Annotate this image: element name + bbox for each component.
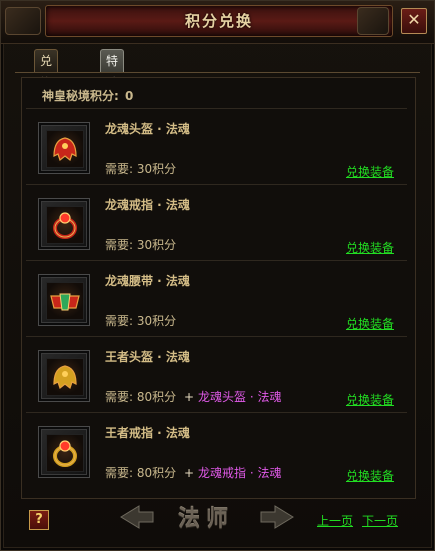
plus-sign: + bbox=[183, 466, 195, 480]
corner-ornament-left bbox=[5, 7, 41, 35]
exchange-item-row: 龙魂戒指 · 法魂 需要: 30积分 兑换装备 bbox=[26, 184, 407, 260]
helmet-icon bbox=[48, 360, 82, 397]
exchange-window: 积分兑换 ✕ 兑换装备 特殊兑换 神皇秘境积分: 0 龙魂头盔 · 法魂 需要:… bbox=[0, 0, 435, 551]
close-button[interactable]: ✕ bbox=[401, 8, 427, 34]
class-name: 法师 bbox=[177, 506, 234, 532]
ring-icon bbox=[48, 436, 82, 473]
item-required-equipment: 龙魂戒指 · 法魂 bbox=[198, 466, 282, 480]
item-cost-line: 需要: 80积分 + 龙魂戒指 · 法魂 bbox=[105, 464, 281, 481]
item-cost: 需要: 80积分 bbox=[105, 466, 177, 480]
help-button[interactable]: ? bbox=[29, 510, 49, 530]
title-plate: 积分兑换 bbox=[45, 5, 393, 37]
item-slot[interactable] bbox=[38, 426, 90, 478]
next-page-link[interactable]: 下一页 bbox=[362, 512, 398, 529]
item-name: 龙魂戒指 · 法魂 bbox=[105, 198, 190, 212]
window-title: 积分兑换 bbox=[184, 12, 253, 30]
exchange-list-panel: 神皇秘境积分: 0 龙魂头盔 · 法魂 需要: 30积分 兑换装备 龙魂戒指 ·… bbox=[21, 77, 416, 499]
item-cost-line: 需要: 30积分 bbox=[105, 160, 176, 177]
item-slot[interactable] bbox=[38, 198, 90, 250]
item-slot[interactable] bbox=[38, 274, 90, 326]
item-cost-line: 需要: 80积分 + 龙魂头盔 · 法魂 bbox=[105, 388, 281, 405]
item-name: 王者戒指 · 法魂 bbox=[105, 426, 190, 440]
item-cost: 需要: 80积分 bbox=[105, 390, 177, 404]
item-cost: 需要: 30积分 bbox=[105, 314, 177, 328]
score-line: 神皇秘境积分: 0 bbox=[42, 87, 135, 104]
item-cost-line: 需要: 30积分 bbox=[105, 312, 176, 329]
item-frame bbox=[46, 434, 84, 472]
redeem-button[interactable]: 兑换装备 bbox=[346, 163, 394, 180]
tab-equipment-exchange[interactable]: 兑换装备 bbox=[34, 49, 59, 134]
exchange-item-row: 王者戒指 · 法魂 需要: 80积分 + 龙魂戒指 · 法魂 兑换装备 bbox=[26, 412, 407, 488]
item-slot[interactable] bbox=[38, 350, 90, 402]
title-bar: 积分兑换 ✕ bbox=[1, 1, 434, 44]
score-label: 神皇秘境积分: bbox=[42, 89, 119, 103]
corner-ornament-right bbox=[357, 7, 389, 35]
item-name: 龙魂头盔 · 法魂 bbox=[105, 122, 190, 136]
item-frame bbox=[46, 206, 84, 244]
item-cost-line: 需要: 30积分 bbox=[105, 236, 176, 253]
exchange-item-row: 龙魂腰带 · 法魂 需要: 30积分 兑换装备 bbox=[26, 260, 407, 336]
item-cost: 需要: 30积分 bbox=[105, 162, 177, 176]
exchange-item-row: 王者头盔 · 法魂 需要: 80积分 + 龙魂头盔 · 法魂 兑换装备 bbox=[26, 336, 407, 412]
tab-divider bbox=[15, 72, 420, 73]
prev-page-link[interactable]: 上一页 bbox=[317, 512, 353, 529]
redeem-button[interactable]: 兑换装备 bbox=[346, 239, 394, 256]
item-frame bbox=[46, 130, 84, 168]
item-frame bbox=[46, 358, 84, 396]
next-class-arrow-icon[interactable] bbox=[259, 504, 295, 530]
redeem-button[interactable]: 兑换装备 bbox=[346, 467, 394, 484]
tab-special-exchange[interactable]: 特殊兑换 bbox=[100, 49, 125, 134]
item-frame bbox=[46, 282, 84, 320]
redeem-button[interactable]: 兑换装备 bbox=[346, 315, 394, 332]
item-slot[interactable] bbox=[38, 122, 90, 174]
plus-sign: + bbox=[183, 390, 195, 404]
ring-icon bbox=[48, 208, 82, 245]
redeem-button[interactable]: 兑换装备 bbox=[346, 391, 394, 408]
item-required-equipment: 龙魂头盔 · 法魂 bbox=[198, 390, 282, 404]
exchange-item-row: 龙魂头盔 · 法魂 需要: 30积分 兑换装备 bbox=[26, 108, 407, 184]
belt-icon bbox=[48, 284, 82, 321]
item-name: 龙魂腰带 · 法魂 bbox=[105, 274, 190, 288]
prev-class-arrow-icon[interactable] bbox=[119, 504, 155, 530]
score-value: 0 bbox=[125, 89, 134, 103]
item-name: 王者头盔 · 法魂 bbox=[105, 350, 190, 364]
item-cost: 需要: 30积分 bbox=[105, 238, 177, 252]
close-icon: ✕ bbox=[407, 10, 421, 29]
helmet-icon bbox=[48, 132, 82, 169]
